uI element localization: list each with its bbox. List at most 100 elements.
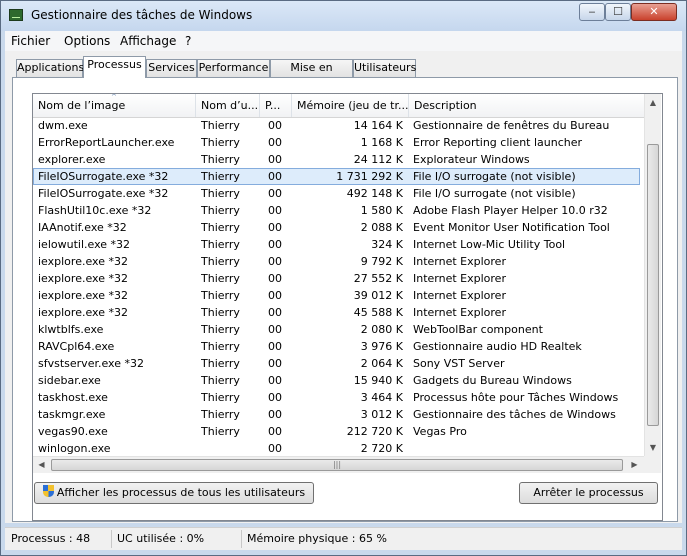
tab-utilisateurs[interactable]: Utilisateurs [353, 59, 416, 77]
table-row[interactable]: iexplore.exe *32 Thierry 00 45 588 K Interne… [33, 304, 640, 321]
process-memory-cell: 39 012 K [353, 289, 403, 302]
process-priority-cell: 00 [268, 408, 282, 421]
process-priority-cell: 00 [268, 306, 282, 319]
table-row[interactable]: vegas90.exe Thierry 00 212 720 K Vegas Pro [33, 423, 640, 440]
process-rows: dwm.exe Thierry 00 14 164 K Gestionnaire de … [33, 117, 644, 456]
task-manager-icon [9, 9, 23, 21]
process-description-cell: Vegas Pro [413, 425, 467, 438]
process-memory-cell: 1 580 K [360, 204, 403, 217]
end-process-button[interactable]: Arrêter le processus [519, 482, 658, 504]
process-description-cell [413, 440, 638, 456]
table-row[interactable]: winlogon.exe 00 2 720 K [33, 440, 640, 456]
title-bar[interactable]: Gestionnaire des tâches de Windows ‒ ☐ ✕ [1, 1, 686, 31]
table-row[interactable]: explorer.exe Thierry 00 24 112 K Explorateur… [33, 151, 640, 168]
table-row[interactable]: taskmgr.exe Thierry 00 3 012 K Gestionnaire … [33, 406, 640, 423]
process-priority-cell: 00 [268, 374, 282, 387]
process-user-cell: Thierry [201, 204, 240, 217]
process-name-cell: ielowutil.exe *32 [38, 238, 131, 251]
process-description-cell: Gestionnaire de fenêtres du Bureau [413, 119, 610, 132]
minimize-button[interactable]: ‒ [579, 3, 605, 21]
process-priority-cell: 00 [268, 187, 282, 200]
process-user-cell: Thierry [201, 425, 240, 438]
process-user-cell [201, 440, 261, 456]
process-priority-cell: 00 [268, 153, 282, 166]
process-memory-cell: 27 552 K [353, 272, 403, 285]
table-row[interactable]: FileIOSurrogate.exe *32 Thierry 00 492 148 … [33, 185, 640, 202]
table-row[interactable]: klwtblfs.exe Thierry 00 2 080 K WebToolBar c… [33, 321, 640, 338]
column-priority[interactable]: P... [260, 94, 292, 117]
process-memory-cell: 14 164 K [353, 119, 403, 132]
process-name-cell: klwtblfs.exe [38, 323, 104, 336]
tab-mise-en-reseau[interactable]: Mise en réseau [270, 59, 353, 90]
menu-fichier[interactable]: Fichier [11, 34, 50, 48]
table-row[interactable]: FileIOSurrogate.exe *32 Thierry 00 1 731 29… [33, 168, 640, 185]
process-list[interactable]: Nom de l’image ^ Nom d’u... P... Mémoire… [32, 93, 663, 521]
column-memory[interactable]: Mémoire (jeu de tr... [292, 94, 409, 117]
horizontal-scrollbar[interactable]: ◀ ||| ▶ [33, 456, 644, 473]
process-priority-cell: 00 [268, 170, 282, 183]
process-description-cell: Internet Explorer [413, 255, 506, 268]
uac-shield-icon [42, 485, 54, 498]
tab-processus[interactable]: Processus [83, 56, 146, 78]
process-priority-cell: 00 [268, 323, 282, 336]
table-row[interactable]: FlashUtil10c.exe *32 Thierry 00 1 580 K Adob… [33, 202, 640, 219]
column-description[interactable]: Description [409, 94, 644, 117]
menu-options[interactable]: Options [64, 34, 110, 48]
process-user-cell: Thierry [201, 221, 240, 234]
process-priority-cell: 00 [268, 442, 282, 455]
table-row[interactable]: iexplore.exe *32 Thierry 00 27 552 K Interne… [33, 270, 640, 287]
tab-applications[interactable]: Applications [16, 59, 84, 77]
process-user-cell: Thierry [201, 391, 240, 404]
process-priority-cell: 00 [268, 136, 282, 149]
process-description-cell: Adobe Flash Player Helper 10.0 r32 [413, 204, 608, 217]
maximize-button[interactable]: ☐ [605, 3, 631, 21]
table-row[interactable]: sidebar.exe Thierry 00 15 940 K Gadgets du B… [33, 372, 640, 389]
table-row[interactable]: IAAnotif.exe *32 Thierry 00 2 088 K Event Mo… [33, 219, 640, 236]
close-button[interactable]: ✕ [631, 3, 677, 21]
process-user-cell: Thierry [201, 340, 240, 353]
process-memory-cell: 324 K [371, 238, 403, 251]
scroll-right-icon[interactable]: ▶ [626, 457, 643, 473]
vertical-scrollbar[interactable]: ▲ ▼ [644, 94, 661, 456]
column-image-name[interactable]: Nom de l’image ^ [33, 94, 196, 117]
process-name-cell: FileIOSurrogate.exe *32 [38, 170, 169, 183]
table-row[interactable]: RAVCpl64.exe Thierry 00 3 976 K Gestionnaire… [33, 338, 640, 355]
column-user-name[interactable]: Nom d’u... [196, 94, 260, 117]
process-memory-cell: 1 731 292 K [336, 170, 403, 183]
table-row[interactable]: iexplore.exe *32 Thierry 00 39 012 K Interne… [33, 287, 640, 304]
process-priority-cell: 00 [268, 289, 282, 302]
process-description-cell: WebToolBar component [413, 323, 543, 336]
process-name-cell: FileIOSurrogate.exe *32 [38, 187, 169, 200]
show-all-processes-button[interactable]: Afficher les processus de tous les utili… [34, 482, 314, 504]
list-header: Nom de l’image ^ Nom d’u... P... Mémoire… [33, 94, 644, 118]
menu-help[interactable]: ? [185, 34, 191, 48]
tab-services[interactable]: Services [146, 59, 197, 77]
process-user-cell: Thierry [201, 153, 240, 166]
scroll-up-icon[interactable]: ▲ [645, 94, 661, 111]
scrollbar-corner [644, 456, 661, 473]
process-user-cell: Thierry [201, 170, 240, 183]
scroll-down-icon[interactable]: ▼ [645, 439, 661, 456]
task-manager-window: Gestionnaire des tâches de Windows ‒ ☐ ✕… [0, 0, 687, 556]
table-row[interactable]: taskhost.exe Thierry 00 3 464 K Processus hô… [33, 389, 640, 406]
process-name-cell: explorer.exe [38, 153, 106, 166]
table-row[interactable]: dwm.exe Thierry 00 14 164 K Gestionnaire de … [33, 117, 640, 134]
table-row[interactable]: sfvstserver.exe *32 Thierry 00 2 064 K Sony … [33, 355, 640, 372]
table-row[interactable]: ErrorReportLauncher.exe Thierry 00 1 168 K E… [33, 134, 640, 151]
process-priority-cell: 00 [268, 204, 282, 217]
process-priority-cell: 00 [268, 425, 282, 438]
process-name-cell: sfvstserver.exe *32 [38, 357, 144, 370]
process-priority-cell: 00 [268, 255, 282, 268]
tab-performance[interactable]: Performance [197, 59, 270, 77]
table-row[interactable]: ielowutil.exe *32 Thierry 00 324 K Internet … [33, 236, 640, 253]
horizontal-scroll-thumb[interactable]: ||| [51, 459, 623, 471]
vertical-scroll-thumb[interactable] [647, 144, 659, 426]
menu-bar: Fichier Options Affichage ? [5, 31, 682, 51]
table-row[interactable]: iexplore.exe *32 Thierry 00 9 792 K Internet… [33, 253, 640, 270]
scroll-left-icon[interactable]: ◀ [33, 457, 50, 473]
menu-affichage[interactable]: Affichage [120, 34, 176, 48]
process-description-cell: Processus hôte pour Tâches Windows [413, 391, 619, 404]
process-memory-cell: 3 976 K [360, 340, 403, 353]
sort-ascending-icon: ^ [111, 94, 117, 101]
status-bar: Processus : 48 UC utilisée : 0% Mémoire … [5, 527, 682, 550]
